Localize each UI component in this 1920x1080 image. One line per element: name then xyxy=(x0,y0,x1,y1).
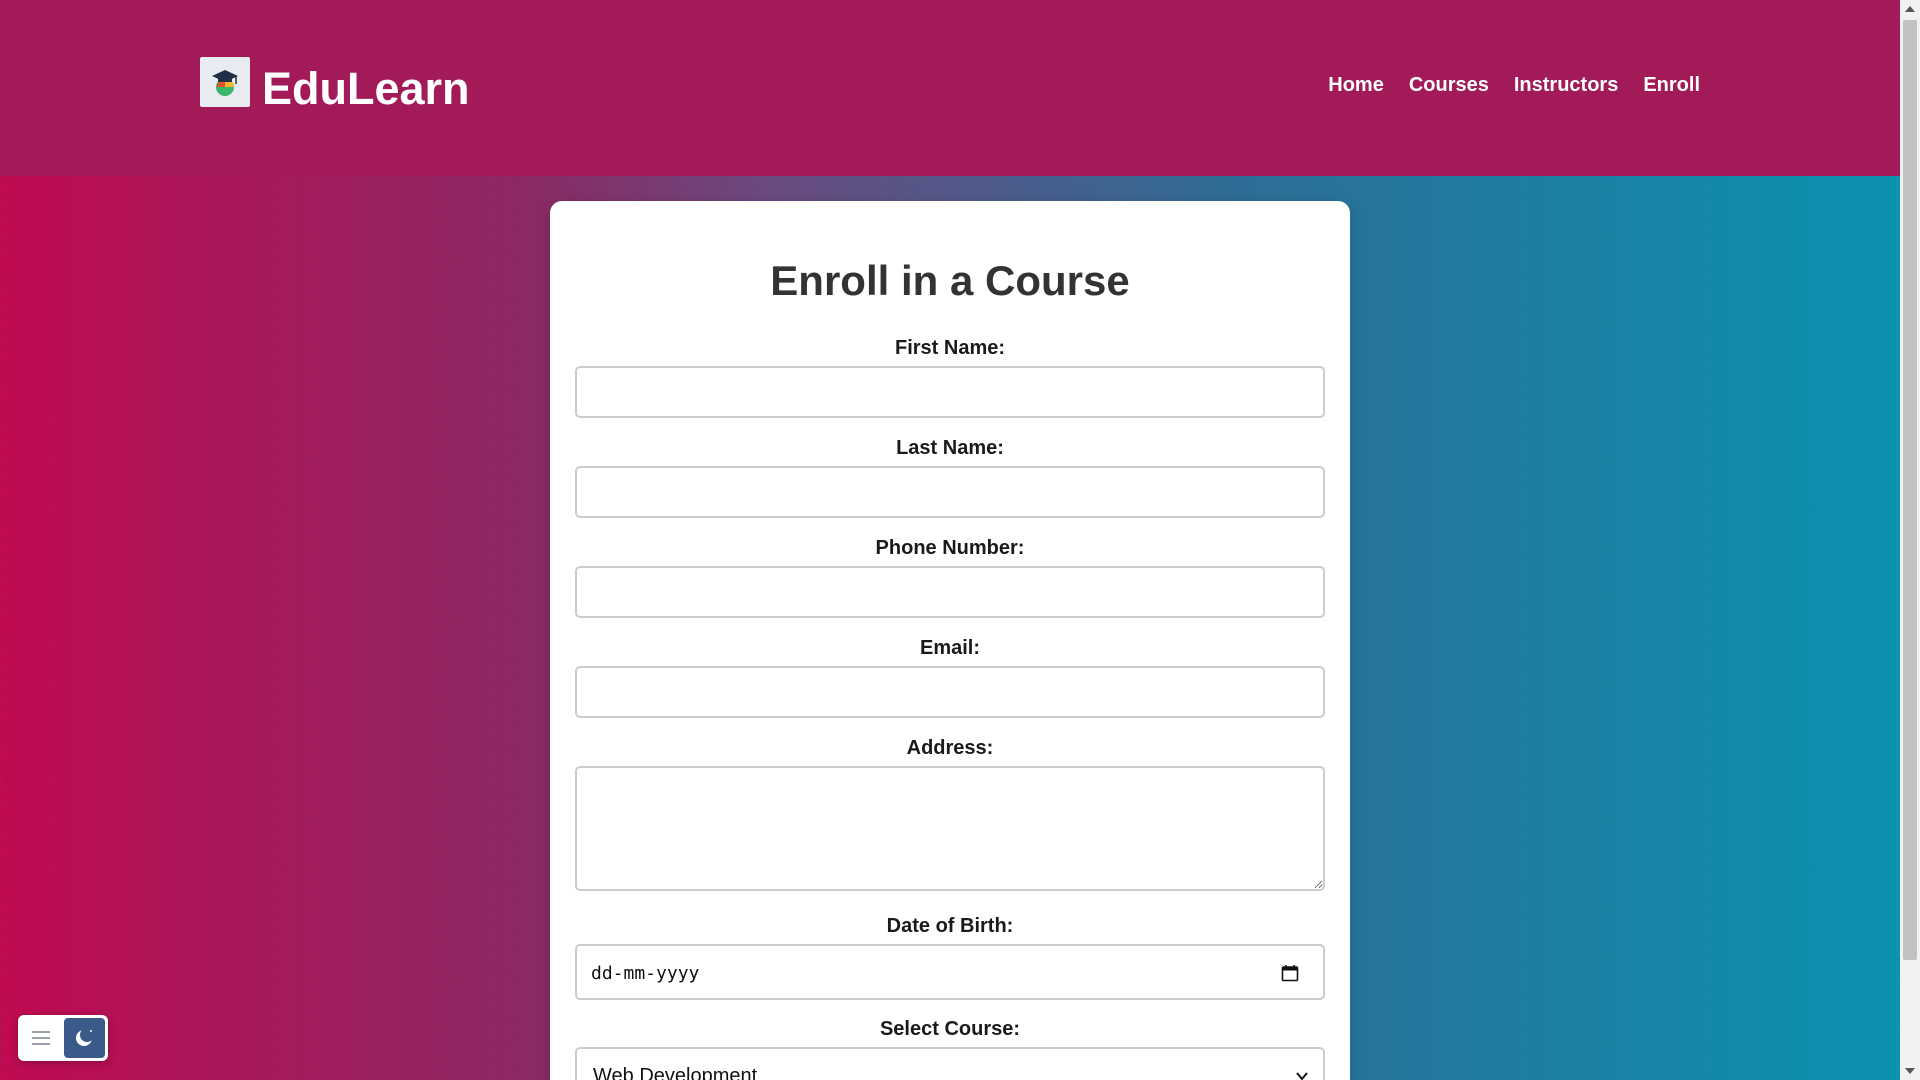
main-nav: Home Courses Instructors Enroll xyxy=(1328,74,1700,97)
form-title: Enroll in a Course xyxy=(770,257,1130,304)
course-selected-value: Web Development xyxy=(593,1065,758,1080)
logo-icon[interactable] xyxy=(200,57,250,107)
first-name-label: First Name: xyxy=(894,337,1006,359)
scroll-up-arrow-icon[interactable] xyxy=(1905,6,1915,12)
last-name-input[interactable] xyxy=(575,466,1325,518)
nav-home[interactable]: Home xyxy=(1328,74,1384,97)
calendar-icon[interactable] xyxy=(1281,964,1299,982)
site-header: EduLearn Home Courses Instructors Enroll xyxy=(0,0,1900,176)
email-label: Email: xyxy=(919,637,981,659)
course-select[interactable]: Web Development xyxy=(575,1047,1325,1080)
phone-input[interactable] xyxy=(575,566,1325,618)
dob-placeholder: dd-mm-yyyy xyxy=(591,963,700,984)
nav-enroll[interactable]: Enroll xyxy=(1643,74,1700,97)
moon-icon[interactable] xyxy=(63,1018,105,1058)
scrollbar-thumb[interactable] xyxy=(1903,20,1917,960)
dob-date-input[interactable]: dd-mm-yyyy xyxy=(575,944,1325,1000)
address-textarea[interactable] xyxy=(575,766,1325,891)
last-name-label: Last Name: xyxy=(896,437,1004,459)
chevron-down-icon xyxy=(1296,1072,1308,1080)
nav-instructors[interactable]: Instructors xyxy=(1514,74,1618,97)
dob-label: Date of Birth: xyxy=(886,915,1014,937)
email-input[interactable] xyxy=(575,666,1325,718)
hamburger-menu-icon[interactable] xyxy=(21,1018,61,1058)
course-label: Select Course: xyxy=(879,1018,1021,1040)
nav-courses[interactable]: Courses xyxy=(1409,74,1489,97)
brand-name[interactable]: EduLearn xyxy=(262,66,470,111)
vertical-scrollbar[interactable] xyxy=(1900,0,1920,1080)
first-name-input[interactable] xyxy=(575,366,1325,418)
enroll-form-card: Enroll in a Course First Name: Last Name… xyxy=(550,201,1350,1080)
scroll-down-arrow-icon[interactable] xyxy=(1905,1068,1915,1074)
phone-label: Phone Number: xyxy=(875,537,1025,559)
accessibility-widget xyxy=(18,1015,108,1061)
address-label: Address: xyxy=(906,737,994,759)
